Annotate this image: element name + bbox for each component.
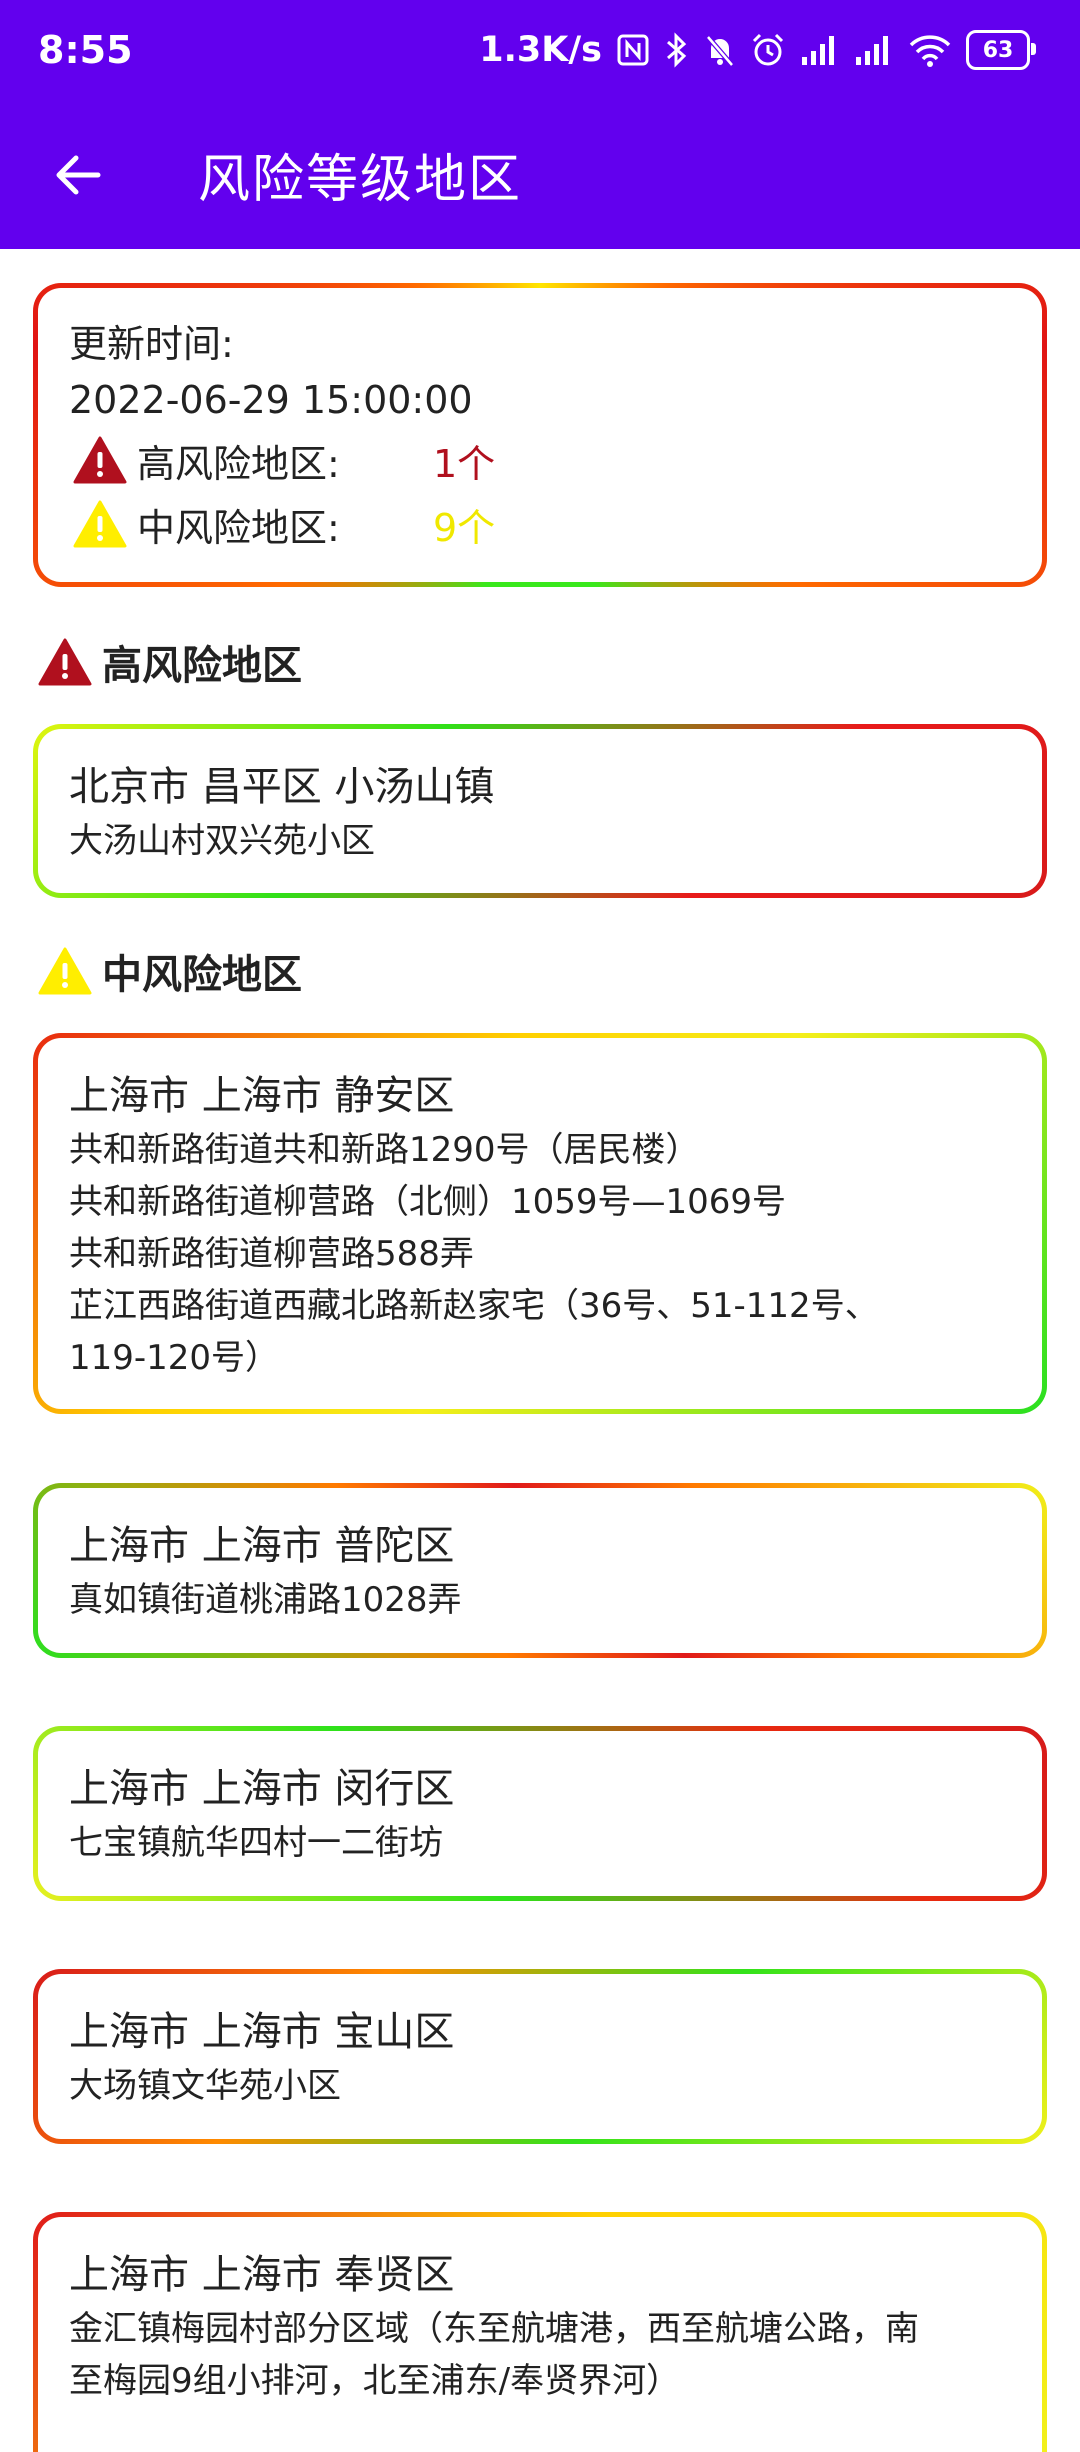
area-detail: 119-120号） — [69, 1338, 280, 1378]
status-icons: 1.3K/s 63 — [479, 30, 1036, 70]
update-time: 2022-06-29 15:00:00 — [69, 378, 473, 422]
area-title: 上海市 上海市 宝山区 — [69, 2009, 455, 2055]
bluetooth-icon — [664, 32, 690, 68]
area-detail: 共和新路街道柳营路（北侧）1059号—1069号 — [69, 1182, 787, 1222]
high-risk-heading-text: 高风险地区 — [102, 643, 302, 689]
warning-yellow-icon — [38, 947, 92, 995]
area-detail: 七宝镇航华四村一二街坊 — [69, 1823, 443, 1863]
wifi-icon — [908, 33, 952, 67]
update-label: 更新时间: — [69, 322, 234, 366]
alarm-icon — [750, 32, 786, 68]
risk-area-card[interactable]: 上海市 上海市 静安区 共和新路街道共和新路1290号（居民楼） 共和新路街道柳… — [33, 1033, 1047, 1414]
page-title: 风险等级地区 — [198, 150, 523, 210]
status-time: 8:55 — [38, 28, 133, 72]
warning-red-icon — [38, 638, 92, 686]
mute-bell-icon — [704, 33, 736, 67]
signal-icon — [800, 33, 840, 67]
area-detail: 真如镇街道桃浦路1028弄 — [69, 1580, 462, 1620]
mid-risk-heading-text: 中风险地区 — [102, 952, 302, 998]
warning-red-icon — [73, 436, 127, 484]
app-bar: 风险等级地区 — [0, 100, 1080, 249]
mid-risk-count: 9个 — [433, 505, 496, 550]
status-bar: 8:55 1.3K/s 63 — [0, 0, 1080, 100]
area-title: 北京市 昌平区 小汤山镇 — [69, 764, 495, 810]
warning-yellow-icon — [73, 500, 127, 548]
area-title: 上海市 上海市 闵行区 — [69, 1766, 455, 1812]
back-button[interactable] — [38, 135, 118, 215]
high-risk-heading: 高风险地区 — [38, 633, 302, 691]
area-detail: 共和新路街道柳营路588弄 — [69, 1234, 474, 1274]
high-risk-label: 高风险地区: — [137, 441, 340, 486]
network-speed: 1.3K/s — [479, 30, 602, 70]
area-title: 上海市 上海市 普陀区 — [69, 1523, 455, 1569]
nfc-icon — [616, 33, 650, 67]
area-detail: 至梅园9组小排河，北至浦东/奉贤界河） — [69, 2361, 681, 2401]
area-detail: 大汤山村双兴苑小区 — [69, 821, 375, 861]
risk-area-card[interactable]: 上海市 上海市 奉贤区 金汇镇梅园村部分区域（东至航塘港，西至航塘公路，南 至梅… — [33, 2212, 1047, 2452]
high-risk-summary: 高风险地区: 1个 — [69, 428, 1011, 492]
high-risk-count: 1个 — [433, 441, 496, 486]
risk-area-card[interactable]: 北京市 昌平区 小汤山镇 大汤山村双兴苑小区 — [33, 724, 1047, 898]
risk-area-card[interactable]: 上海市 上海市 闵行区 七宝镇航华四村一二街坊 — [33, 1726, 1047, 1901]
area-title: 上海市 上海市 静安区 — [69, 1073, 455, 1119]
mid-risk-heading: 中风险地区 — [38, 942, 302, 1000]
risk-area-card[interactable]: 上海市 上海市 宝山区 大场镇文华苑小区 — [33, 1969, 1047, 2144]
risk-area-card[interactable]: 上海市 上海市 普陀区 真如镇街道桃浦路1028弄 — [33, 1483, 1047, 1658]
signal-icon — [854, 33, 894, 67]
area-title: 上海市 上海市 奉贤区 — [69, 2252, 455, 2298]
area-detail: 芷江西路街道西藏北路新赵家宅（36号、51-112号、 — [69, 1286, 879, 1326]
battery-icon: 63 — [966, 30, 1036, 70]
mid-risk-summary: 中风险地区: 9个 — [69, 492, 1011, 556]
mid-risk-label: 中风险地区: — [137, 505, 340, 550]
summary-card: 更新时间: 2022-06-29 15:00:00 高风险地区: 1个 中风险地… — [33, 283, 1047, 587]
arrow-back-icon — [56, 155, 101, 194]
area-detail: 金汇镇梅园村部分区域（东至航塘港，西至航塘公路，南 — [69, 2309, 919, 2349]
area-detail: 共和新路街道共和新路1290号（居民楼） — [69, 1130, 700, 1170]
area-detail: 大场镇文华苑小区 — [69, 2066, 341, 2106]
